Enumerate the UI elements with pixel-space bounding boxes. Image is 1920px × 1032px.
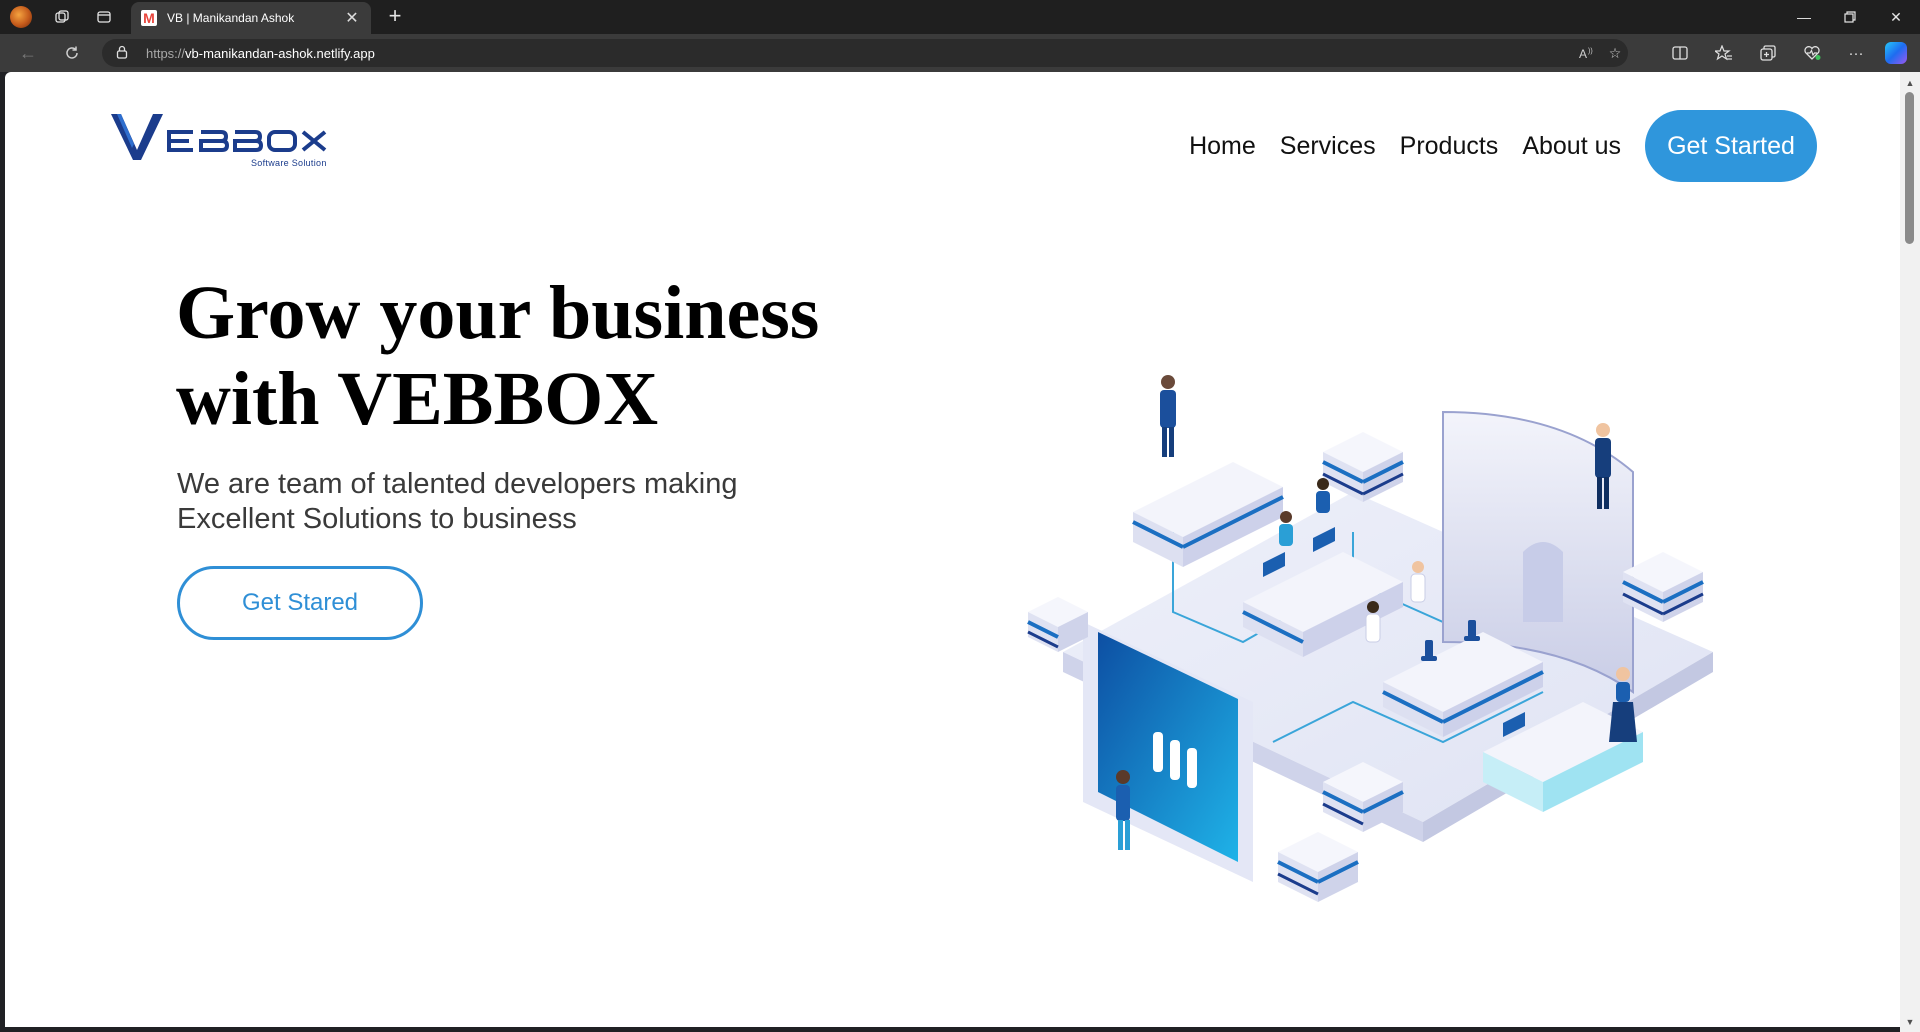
profile-avatar[interactable] [10,6,32,28]
lock-icon[interactable] [116,45,134,62]
tab-actions-icon[interactable] [92,5,116,29]
restore-icon[interactable] [1827,0,1873,34]
split-screen-icon[interactable] [1666,40,1694,66]
page-viewport: Software Solution Home Services Products… [5,72,1900,1027]
more-icon[interactable]: ··· [1842,40,1870,66]
vebbox-logo-mark-icon [111,114,327,160]
tab-close-icon[interactable]: ✕ [343,8,361,28]
hero-title-line-2: with VEBBOX [176,357,659,441]
tab-active[interactable]: M VB | Manikandan Ashok ✕ [131,2,371,34]
get-stared-button[interactable]: Get Stared [177,566,423,640]
hero-subtitle: We are team of talented developers makin… [177,467,837,537]
logo-tagline: Software Solution [251,158,327,168]
browser-tab-bar: M VB | Manikandan Ashok ✕ + — ✕ [0,0,1920,34]
nav-services[interactable]: Services [1280,132,1376,161]
heart-pulse-icon[interactable] [1798,40,1826,66]
nav-products[interactable]: Products [1400,132,1499,161]
address-bar[interactable]: https:// vb-manikandan-ashok.netlify.app… [102,39,1628,67]
close-window-icon[interactable]: ✕ [1873,0,1919,34]
svg-text:)): )) [1588,48,1593,55]
hero-title: Grow your business with VEBBOX [176,270,896,442]
tab-title: VB | Manikandan Ashok [167,11,295,25]
url-scheme: https:// [146,45,186,61]
new-tab-icon[interactable]: + [382,4,408,30]
gmail-favicon-icon: M [141,10,157,26]
main-nav: Home Services Products About us Get Star… [1189,110,1817,182]
back-arrow-icon[interactable]: ← [14,40,42,66]
page-scrollbar[interactable]: ▲ ▼ [1900,72,1920,1032]
refresh-icon[interactable] [58,40,86,66]
copilot-icon[interactable] [1885,42,1907,64]
url-host: vb-manikandan-ashok.netlify.app [185,45,375,61]
workspaces-icon[interactable] [50,5,74,29]
isometric-tech-illustration [1027,375,1713,902]
svg-text:A: A [1579,47,1587,60]
star-icon[interactable]: ☆ [1602,39,1628,67]
favorites-icon[interactable] [1710,40,1738,66]
scroll-thumb[interactable] [1905,92,1914,244]
nav-about[interactable]: About us [1522,132,1621,161]
scroll-up-icon[interactable]: ▲ [1905,78,1915,88]
nav-home[interactable]: Home [1189,132,1256,161]
hero-subtitle-line-2: Excellent Solutions to business [177,503,577,535]
scroll-down-icon[interactable]: ▼ [1905,1017,1915,1027]
hero-title-line-1: Grow your business [176,271,820,355]
get-started-button[interactable]: Get Started [1645,110,1817,182]
read-aloud-icon[interactable]: A)) [1574,39,1600,67]
vebbox-logo[interactable]: Software Solution [111,112,341,172]
hero-subtitle-line-1: We are team of talented developers makin… [177,468,738,500]
minimize-icon[interactable]: — [1781,0,1827,34]
collections-icon[interactable] [1754,40,1782,66]
browser-toolbar: ← https:// vb-manikandan-ashok.netlify.a… [0,34,1920,72]
